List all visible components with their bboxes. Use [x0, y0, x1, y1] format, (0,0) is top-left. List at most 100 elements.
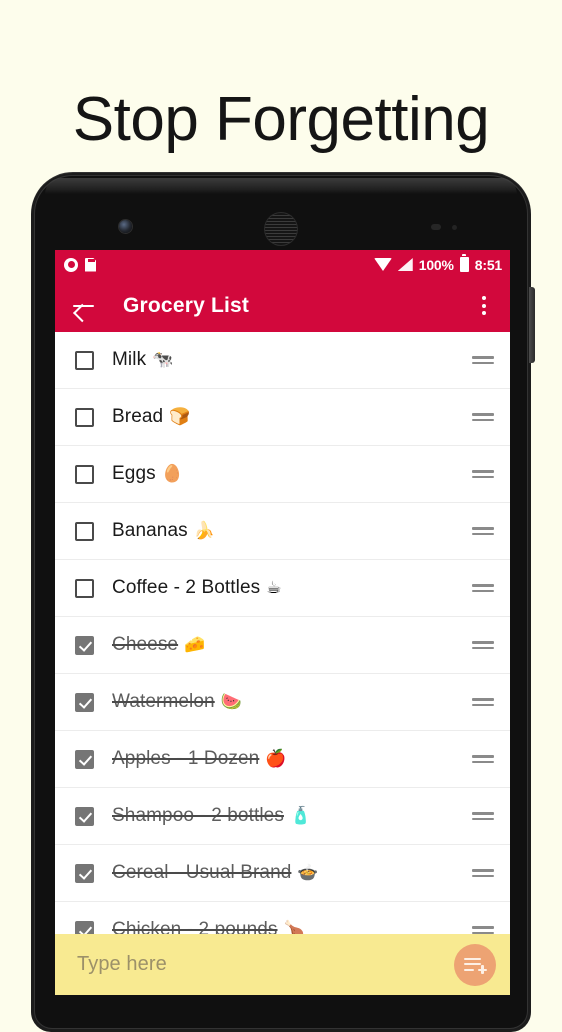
drag-handle-bar — [472, 641, 494, 644]
fab-plus-vertical — [481, 965, 484, 975]
add-item-bar: Type here — [55, 934, 510, 995]
list-item[interactable]: Cereal - Usual Brand 🍲 — [55, 845, 510, 902]
status-bar-left-icons — [64, 257, 96, 272]
list-item[interactable]: Shampoo - 2 bottles 🧴 — [55, 788, 510, 845]
drag-handle-bar — [472, 532, 494, 535]
phone-screen: 100% 8:51 Grocery List Milk 🐄 Bread 🍞 Eggs 🥚 B… — [55, 250, 510, 995]
earpiece-speaker-icon — [264, 212, 298, 246]
checkbox-unchecked-icon[interactable] — [75, 464, 94, 484]
list-item-label: Bananas — [112, 520, 188, 541]
cell-signal-icon — [397, 258, 413, 271]
drag-handle-bar — [472, 584, 494, 587]
status-bar-right-icons: 100% 8:51 — [373, 254, 502, 273]
drag-handle-bar — [472, 356, 494, 359]
drag-handle-icon[interactable] — [472, 524, 494, 538]
drag-handle-icon[interactable] — [472, 809, 494, 823]
list-item-label: Watermelon — [112, 691, 215, 712]
list-item[interactable]: Bananas 🍌 — [55, 503, 510, 560]
list-item[interactable]: Eggs 🥚 — [55, 446, 510, 503]
drag-handle-bar — [472, 812, 494, 815]
drag-handle-bar — [472, 926, 494, 929]
drag-handle-icon[interactable] — [472, 353, 494, 367]
drag-handle-bar — [472, 755, 494, 758]
fab-line — [464, 963, 481, 966]
drag-handle-bar — [472, 703, 494, 706]
overflow-dot — [482, 296, 486, 300]
drag-handle-icon[interactable] — [472, 752, 494, 766]
status-bar: 100% 8:51 — [55, 250, 510, 279]
back-arrow-icon[interactable] — [71, 293, 97, 319]
list-item-emoji: 🐄 — [152, 350, 174, 370]
list-item-label: Bread — [112, 406, 164, 427]
wifi-icon — [373, 258, 392, 271]
app-bar: Grocery List — [55, 279, 510, 332]
checkbox-unchecked-icon[interactable] — [75, 407, 94, 427]
checkbox-checked-icon[interactable] — [75, 806, 94, 826]
drag-handle-icon[interactable] — [472, 695, 494, 709]
list-item-emoji: 🥚 — [161, 464, 183, 484]
list-item-emoji: 🍎 — [265, 749, 287, 769]
drag-handle-bar — [472, 589, 494, 592]
proximity-sensor-icon — [431, 224, 441, 230]
light-sensor-icon — [452, 225, 457, 230]
overflow-dot — [482, 311, 486, 315]
list-item-label: Cereal - Usual Brand — [112, 862, 292, 883]
checkbox-checked-icon[interactable] — [75, 749, 94, 769]
drag-handle-icon[interactable] — [472, 581, 494, 595]
list-item[interactable]: Cheese 🧀 — [55, 617, 510, 674]
list-item[interactable]: Watermelon 🍉 — [55, 674, 510, 731]
drag-handle-bar — [472, 475, 494, 478]
list-item-emoji: 🍞 — [169, 407, 191, 427]
new-item-input[interactable]: Type here — [77, 953, 167, 976]
list-item-label: Milk — [112, 349, 147, 370]
playlist-add-glyph — [464, 957, 487, 975]
list-item-label: Coffee - 2 Bottles — [112, 577, 261, 598]
checkbox-unchecked-icon[interactable] — [75, 578, 94, 598]
power-button[interactable] — [529, 287, 535, 363]
front-camera-icon — [119, 220, 132, 233]
checkbox-checked-icon[interactable] — [75, 635, 94, 655]
drag-handle-bar — [472, 646, 494, 649]
phone-top-highlight — [45, 178, 517, 194]
status-bar-clock: 8:51 — [474, 256, 502, 273]
list-item-emoji: 🧀 — [184, 635, 206, 655]
checkbox-checked-icon[interactable] — [75, 863, 94, 883]
drag-handle-icon[interactable] — [472, 410, 494, 424]
drag-handle-bar — [472, 698, 494, 701]
drag-handle-bar — [472, 418, 494, 421]
overflow-dot — [482, 303, 486, 308]
drag-handle-bar — [472, 817, 494, 820]
list-item-emoji: 🍲 — [297, 863, 319, 883]
list-item-emoji: 🍌 — [193, 521, 215, 541]
page-title: Stop Forgetting — [72, 84, 490, 154]
list-item[interactable]: Bread 🍞 — [55, 389, 510, 446]
list-item-label: Cheese — [112, 634, 179, 655]
record-icon — [64, 257, 78, 272]
fab-line — [464, 968, 474, 971]
sd-card-icon — [85, 257, 96, 272]
checkbox-checked-icon[interactable] — [75, 692, 94, 712]
list-item[interactable]: Apples - 1 Dozen 🍎 — [55, 731, 510, 788]
drag-handle-bar — [472, 874, 494, 877]
list-item-label: Eggs — [112, 463, 156, 484]
drag-handle-bar — [472, 760, 494, 763]
drag-handle-bar — [472, 413, 494, 416]
drag-handle-bar — [472, 527, 494, 530]
battery-percent-label: 100% — [418, 256, 454, 273]
drag-handle-icon[interactable] — [472, 866, 494, 880]
checkbox-unchecked-icon[interactable] — [75, 350, 94, 370]
list-item-emoji: ☕ — [266, 578, 282, 598]
drag-handle-bar — [472, 869, 494, 872]
drag-handle-icon[interactable] — [472, 638, 494, 652]
battery-full-icon — [459, 254, 469, 272]
list-item-label: Apples - 1 Dozen — [112, 748, 260, 769]
list-item[interactable]: Milk 🐄 — [55, 332, 510, 389]
drag-handle-icon[interactable] — [472, 467, 494, 481]
phone-device-frame: 100% 8:51 Grocery List Milk 🐄 Bread 🍞 Eggs 🥚 B… — [31, 172, 535, 1032]
grocery-list: Milk 🐄 Bread 🍞 Eggs 🥚 Bananas 🍌 Coffee - 2 Bottl… — [55, 332, 510, 995]
list-item[interactable]: Coffee - 2 Bottles ☕ — [55, 560, 510, 617]
app-bar-title: Grocery List — [123, 293, 250, 317]
playlist-add-icon[interactable] — [454, 943, 496, 986]
overflow-menu-icon[interactable] — [472, 294, 496, 318]
checkbox-unchecked-icon[interactable] — [75, 521, 94, 541]
